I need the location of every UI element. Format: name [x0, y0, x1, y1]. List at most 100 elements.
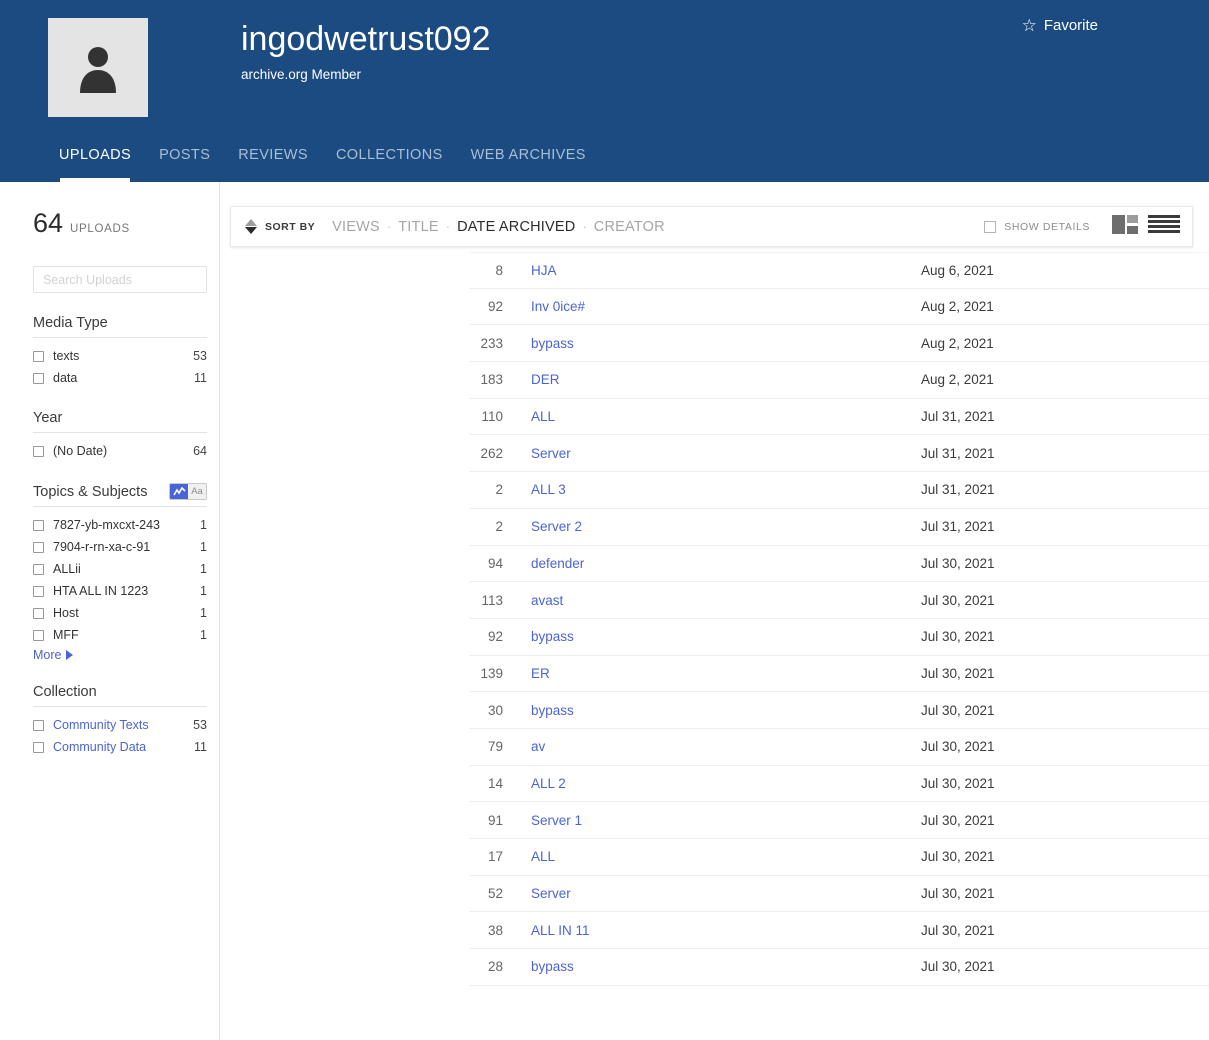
- tile-view-icon[interactable]: [1112, 215, 1138, 239]
- facet-row[interactable]: data11: [33, 369, 207, 388]
- sort-option-date-archived[interactable]: DATE ARCHIVED: [457, 219, 575, 235]
- upload-row[interactable]: 17ALLJul 30, 2021: [470, 839, 1209, 876]
- facet-row[interactable]: 7827-yb-mxcxt-2431: [33, 516, 207, 535]
- show-details-checkbox[interactable]: SHOW DETAILS: [984, 221, 1090, 233]
- facet-label: ALLii: [53, 560, 200, 579]
- upload-date: Jul 30, 2021: [921, 923, 1209, 938]
- facet-count: 53: [193, 716, 207, 735]
- upload-title-link[interactable]: DER: [531, 372, 921, 387]
- upload-row[interactable]: 38ALL IN 11Jul 30, 2021: [470, 912, 1209, 949]
- page-body: 64 UPLOADS Media Typetexts53data11Year(N…: [0, 182, 1209, 1040]
- sort-direction-toggle[interactable]: [245, 219, 257, 234]
- facet-checkbox[interactable]: [33, 542, 44, 553]
- upload-title-link[interactable]: ALL: [531, 409, 921, 424]
- upload-title-link[interactable]: ER: [531, 666, 921, 681]
- upload-row[interactable]: 2ALL 3Jul 31, 2021: [470, 472, 1209, 509]
- facet-checkbox[interactable]: [33, 608, 44, 619]
- upload-title-link[interactable]: ALL: [531, 849, 921, 864]
- facet-checkbox[interactable]: [33, 373, 44, 384]
- upload-date: Jul 30, 2021: [921, 959, 1209, 974]
- upload-row[interactable]: 8HJAAug 6, 2021: [470, 252, 1209, 289]
- upload-row[interactable]: 110ALLJul 31, 2021: [470, 399, 1209, 436]
- facet-checkbox[interactable]: [33, 720, 44, 731]
- facet-count: 1: [200, 516, 207, 535]
- upload-title-link[interactable]: ALL 2: [531, 776, 921, 791]
- upload-row[interactable]: 52ServerJul 30, 2021: [470, 876, 1209, 913]
- upload-row[interactable]: 262ServerJul 31, 2021: [470, 435, 1209, 472]
- search-uploads-input[interactable]: [33, 266, 207, 293]
- upload-title-link[interactable]: ALL 3: [531, 482, 921, 497]
- facet-count: 1: [200, 538, 207, 557]
- facet-checkbox[interactable]: [33, 630, 44, 641]
- avatar: [48, 18, 148, 117]
- tab-web-archives[interactable]: WEB ARCHIVES: [471, 147, 586, 182]
- tab-reviews[interactable]: REVIEWS: [238, 147, 308, 182]
- upload-views: 92: [470, 629, 503, 644]
- facet-row[interactable]: MFF1: [33, 626, 207, 645]
- upload-title-link[interactable]: defender: [531, 556, 921, 571]
- facet-row[interactable]: ALLii1: [33, 560, 207, 579]
- chevron-right-icon: [66, 650, 73, 660]
- facet-label[interactable]: Community Texts: [53, 716, 193, 735]
- facet-row[interactable]: 7904-r-rn-xa-c-911: [33, 538, 207, 557]
- chart-icon[interactable]: [170, 484, 188, 499]
- facet-label[interactable]: Community Data: [53, 738, 194, 757]
- facet-checkbox[interactable]: [33, 351, 44, 362]
- sort-option-views[interactable]: VIEWS: [332, 219, 380, 235]
- upload-title-link[interactable]: bypass: [531, 336, 921, 351]
- facet-row[interactable]: texts53: [33, 347, 207, 366]
- upload-title-link[interactable]: av: [531, 739, 921, 754]
- sort-option-title[interactable]: TITLE: [398, 219, 438, 235]
- facet-display-toggle[interactable]: Aa: [169, 483, 207, 500]
- upload-row[interactable]: 28bypassJul 30, 2021: [470, 949, 1209, 986]
- sort-option-creator[interactable]: CREATOR: [594, 219, 665, 235]
- facet-more-link[interactable]: More: [33, 648, 207, 662]
- facet-row[interactable]: Community Data11: [33, 738, 207, 757]
- facet-checkbox[interactable]: [33, 446, 44, 457]
- facet-label: (No Date): [53, 442, 193, 461]
- facet-more-label: More: [33, 648, 61, 662]
- tab-uploads[interactable]: UPLOADS: [59, 147, 131, 182]
- upload-row[interactable]: 30bypassJul 30, 2021: [470, 692, 1209, 729]
- upload-title-link[interactable]: Inv 0ice#: [531, 299, 921, 314]
- upload-title-link[interactable]: bypass: [531, 959, 921, 974]
- facet-count: 64: [193, 442, 207, 461]
- upload-row[interactable]: 79avJul 30, 2021: [470, 729, 1209, 766]
- upload-title-link[interactable]: HJA: [531, 263, 921, 278]
- upload-title-link[interactable]: bypass: [531, 703, 921, 718]
- facet-row[interactable]: Host1: [33, 604, 207, 623]
- favorite-button[interactable]: ☆ Favorite: [1022, 17, 1098, 34]
- alphabetical-toggle[interactable]: Aa: [188, 484, 206, 499]
- upload-row[interactable]: 113avastJul 30, 2021: [470, 582, 1209, 619]
- facet-checkbox[interactable]: [33, 564, 44, 575]
- facet-group-year: Year(No Date)64: [33, 410, 207, 461]
- upload-row[interactable]: 2Server 2Jul 31, 2021: [470, 509, 1209, 546]
- upload-row[interactable]: 14ALL 2Jul 30, 2021: [470, 766, 1209, 803]
- upload-row[interactable]: 139ERJul 30, 2021: [470, 656, 1209, 693]
- checkbox-box: [984, 221, 996, 233]
- facet-checkbox[interactable]: [33, 742, 44, 753]
- facet-checkbox[interactable]: [33, 586, 44, 597]
- upload-title-link[interactable]: Server: [531, 446, 921, 461]
- upload-row[interactable]: 91Server 1Jul 30, 2021: [470, 802, 1209, 839]
- facet-row[interactable]: (No Date)64: [33, 442, 207, 461]
- tab-posts[interactable]: POSTS: [159, 147, 210, 182]
- tab-collections[interactable]: COLLECTIONS: [336, 147, 443, 182]
- facet-row[interactable]: Community Texts53: [33, 716, 207, 735]
- facet-checkbox[interactable]: [33, 520, 44, 531]
- facet-row[interactable]: HTA ALL IN 12231: [33, 582, 207, 601]
- upload-title-link[interactable]: Server 1: [531, 813, 921, 828]
- upload-title-link[interactable]: bypass: [531, 629, 921, 644]
- upload-row[interactable]: 183DERAug 2, 2021: [470, 362, 1209, 399]
- upload-title-link[interactable]: ALL IN 11: [531, 923, 921, 938]
- upload-row[interactable]: 233bypassAug 2, 2021: [470, 325, 1209, 362]
- upload-row[interactable]: 92Inv 0ice#Aug 2, 2021: [470, 289, 1209, 326]
- facet-header: Topics & SubjectsAa: [33, 483, 207, 507]
- upload-title-link[interactable]: Server: [531, 886, 921, 901]
- upload-row[interactable]: 92bypassJul 30, 2021: [470, 619, 1209, 656]
- profile-subtitle: archive.org Member: [241, 65, 361, 85]
- upload-row[interactable]: 94defenderJul 30, 2021: [470, 546, 1209, 583]
- list-view-icon[interactable]: [1148, 215, 1180, 239]
- upload-title-link[interactable]: Server 2: [531, 519, 921, 534]
- upload-title-link[interactable]: avast: [531, 593, 921, 608]
